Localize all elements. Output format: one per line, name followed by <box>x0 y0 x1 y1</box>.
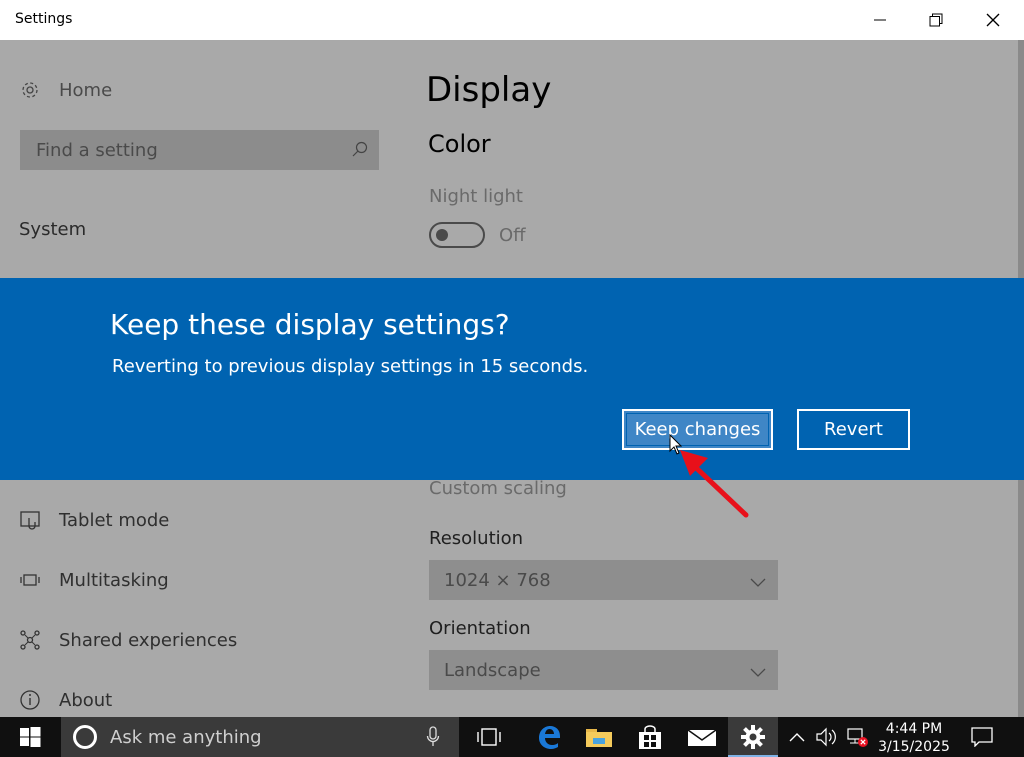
volume-button[interactable] <box>814 717 840 757</box>
mail-icon <box>687 729 717 746</box>
find-setting-search[interactable] <box>20 130 379 170</box>
network-error-icon <box>847 728 868 747</box>
sidebar-item-multitasking[interactable]: Multitasking <box>19 569 169 591</box>
resolution-dropdown[interactable]: 1024 × 768 <box>429 560 778 600</box>
sidebar-item-label: Multitasking <box>59 569 169 591</box>
color-heading: Color <box>428 130 491 158</box>
title-bar: Settings <box>0 0 1024 40</box>
gear-icon <box>19 79 41 101</box>
clock-date: 3/15/2025 <box>878 739 950 755</box>
mail-button[interactable] <box>677 717 727 757</box>
task-view-button[interactable] <box>464 717 514 757</box>
toggle-knob <box>436 229 448 241</box>
night-light-label: Night light <box>429 186 523 207</box>
close-button[interactable] <box>965 0 1021 40</box>
night-light-state: Off <box>499 225 526 246</box>
sidebar-item-shared-experiences[interactable]: Shared experiences <box>19 629 237 651</box>
revert-button[interactable]: Revert <box>797 409 910 450</box>
settings-task-button[interactable] <box>728 717 778 757</box>
orientation-value: Landscape <box>444 660 541 681</box>
close-icon <box>986 13 1000 27</box>
windows-logo-icon <box>20 727 41 747</box>
notification-icon <box>971 727 993 747</box>
sidebar-item-tablet-mode[interactable]: Tablet mode <box>19 509 169 531</box>
sidebar-item-about[interactable]: About <box>19 689 112 711</box>
microphone-icon[interactable] <box>426 726 440 752</box>
orientation-dropdown[interactable]: Landscape <box>429 650 778 690</box>
search-input[interactable] <box>20 130 356 170</box>
action-center-button[interactable] <box>960 717 1004 757</box>
dialog-message: Reverting to previous display settings i… <box>112 356 589 377</box>
window-title: Settings <box>15 11 73 27</box>
network-button[interactable] <box>844 717 870 757</box>
volume-icon <box>816 727 836 747</box>
minimize-icon <box>874 19 886 21</box>
cortana-search-box[interactable]: Ask me anything <box>61 717 459 757</box>
task-view-icon <box>477 728 501 746</box>
multitasking-icon <box>19 569 41 591</box>
show-hidden-icons-button[interactable] <box>786 717 808 757</box>
home-nav-item[interactable]: Home <box>19 79 112 101</box>
minimize-button[interactable] <box>852 0 908 40</box>
tablet-mode-icon <box>19 509 41 531</box>
sidebar-item-label: About <box>59 689 113 711</box>
search-icon <box>351 140 369 162</box>
shared-experiences-icon <box>19 629 41 651</box>
taskbar: Ask me anything 4:44 PM 3/15/2025 <box>0 717 1024 757</box>
taskbar-clock[interactable]: 4:44 PM 3/15/2025 <box>872 720 956 756</box>
mouse-cursor-icon <box>669 434 683 455</box>
cortana-icon <box>72 724 98 754</box>
sidebar-item-label: Shared experiences <box>59 629 238 651</box>
orientation-label: Orientation <box>429 618 531 639</box>
edge-icon <box>539 726 560 749</box>
store-button[interactable] <box>625 717 675 757</box>
dialog-title: Keep these display settings? <box>110 308 510 341</box>
page-title: Display <box>426 70 552 110</box>
keep-settings-dialog: Keep these display settings? Reverting t… <box>0 278 1024 480</box>
edge-browser-button[interactable] <box>524 717 574 757</box>
night-light-toggle[interactable] <box>429 222 485 248</box>
chevron-up-icon <box>789 733 805 742</box>
sidebar-section-title: System <box>19 219 87 240</box>
start-button[interactable] <box>0 717 60 757</box>
cortana-search-text: Ask me anything <box>110 727 262 748</box>
file-explorer-button[interactable] <box>574 717 624 757</box>
chevron-down-icon <box>750 663 766 682</box>
clock-time: 4:44 PM <box>885 721 943 737</box>
resolution-label: Resolution <box>429 528 524 549</box>
store-icon <box>639 725 661 749</box>
chevron-down-icon <box>750 573 766 592</box>
custom-scaling-link[interactable]: Custom scaling <box>429 478 567 499</box>
gear-icon <box>741 725 765 749</box>
info-icon <box>19 689 41 711</box>
restore-icon <box>929 13 943 27</box>
folder-icon <box>586 729 612 747</box>
resolution-value: 1024 × 768 <box>444 570 551 591</box>
sidebar-item-label: Tablet mode <box>59 509 170 531</box>
home-label: Home <box>59 79 113 101</box>
restore-button[interactable] <box>908 0 964 40</box>
